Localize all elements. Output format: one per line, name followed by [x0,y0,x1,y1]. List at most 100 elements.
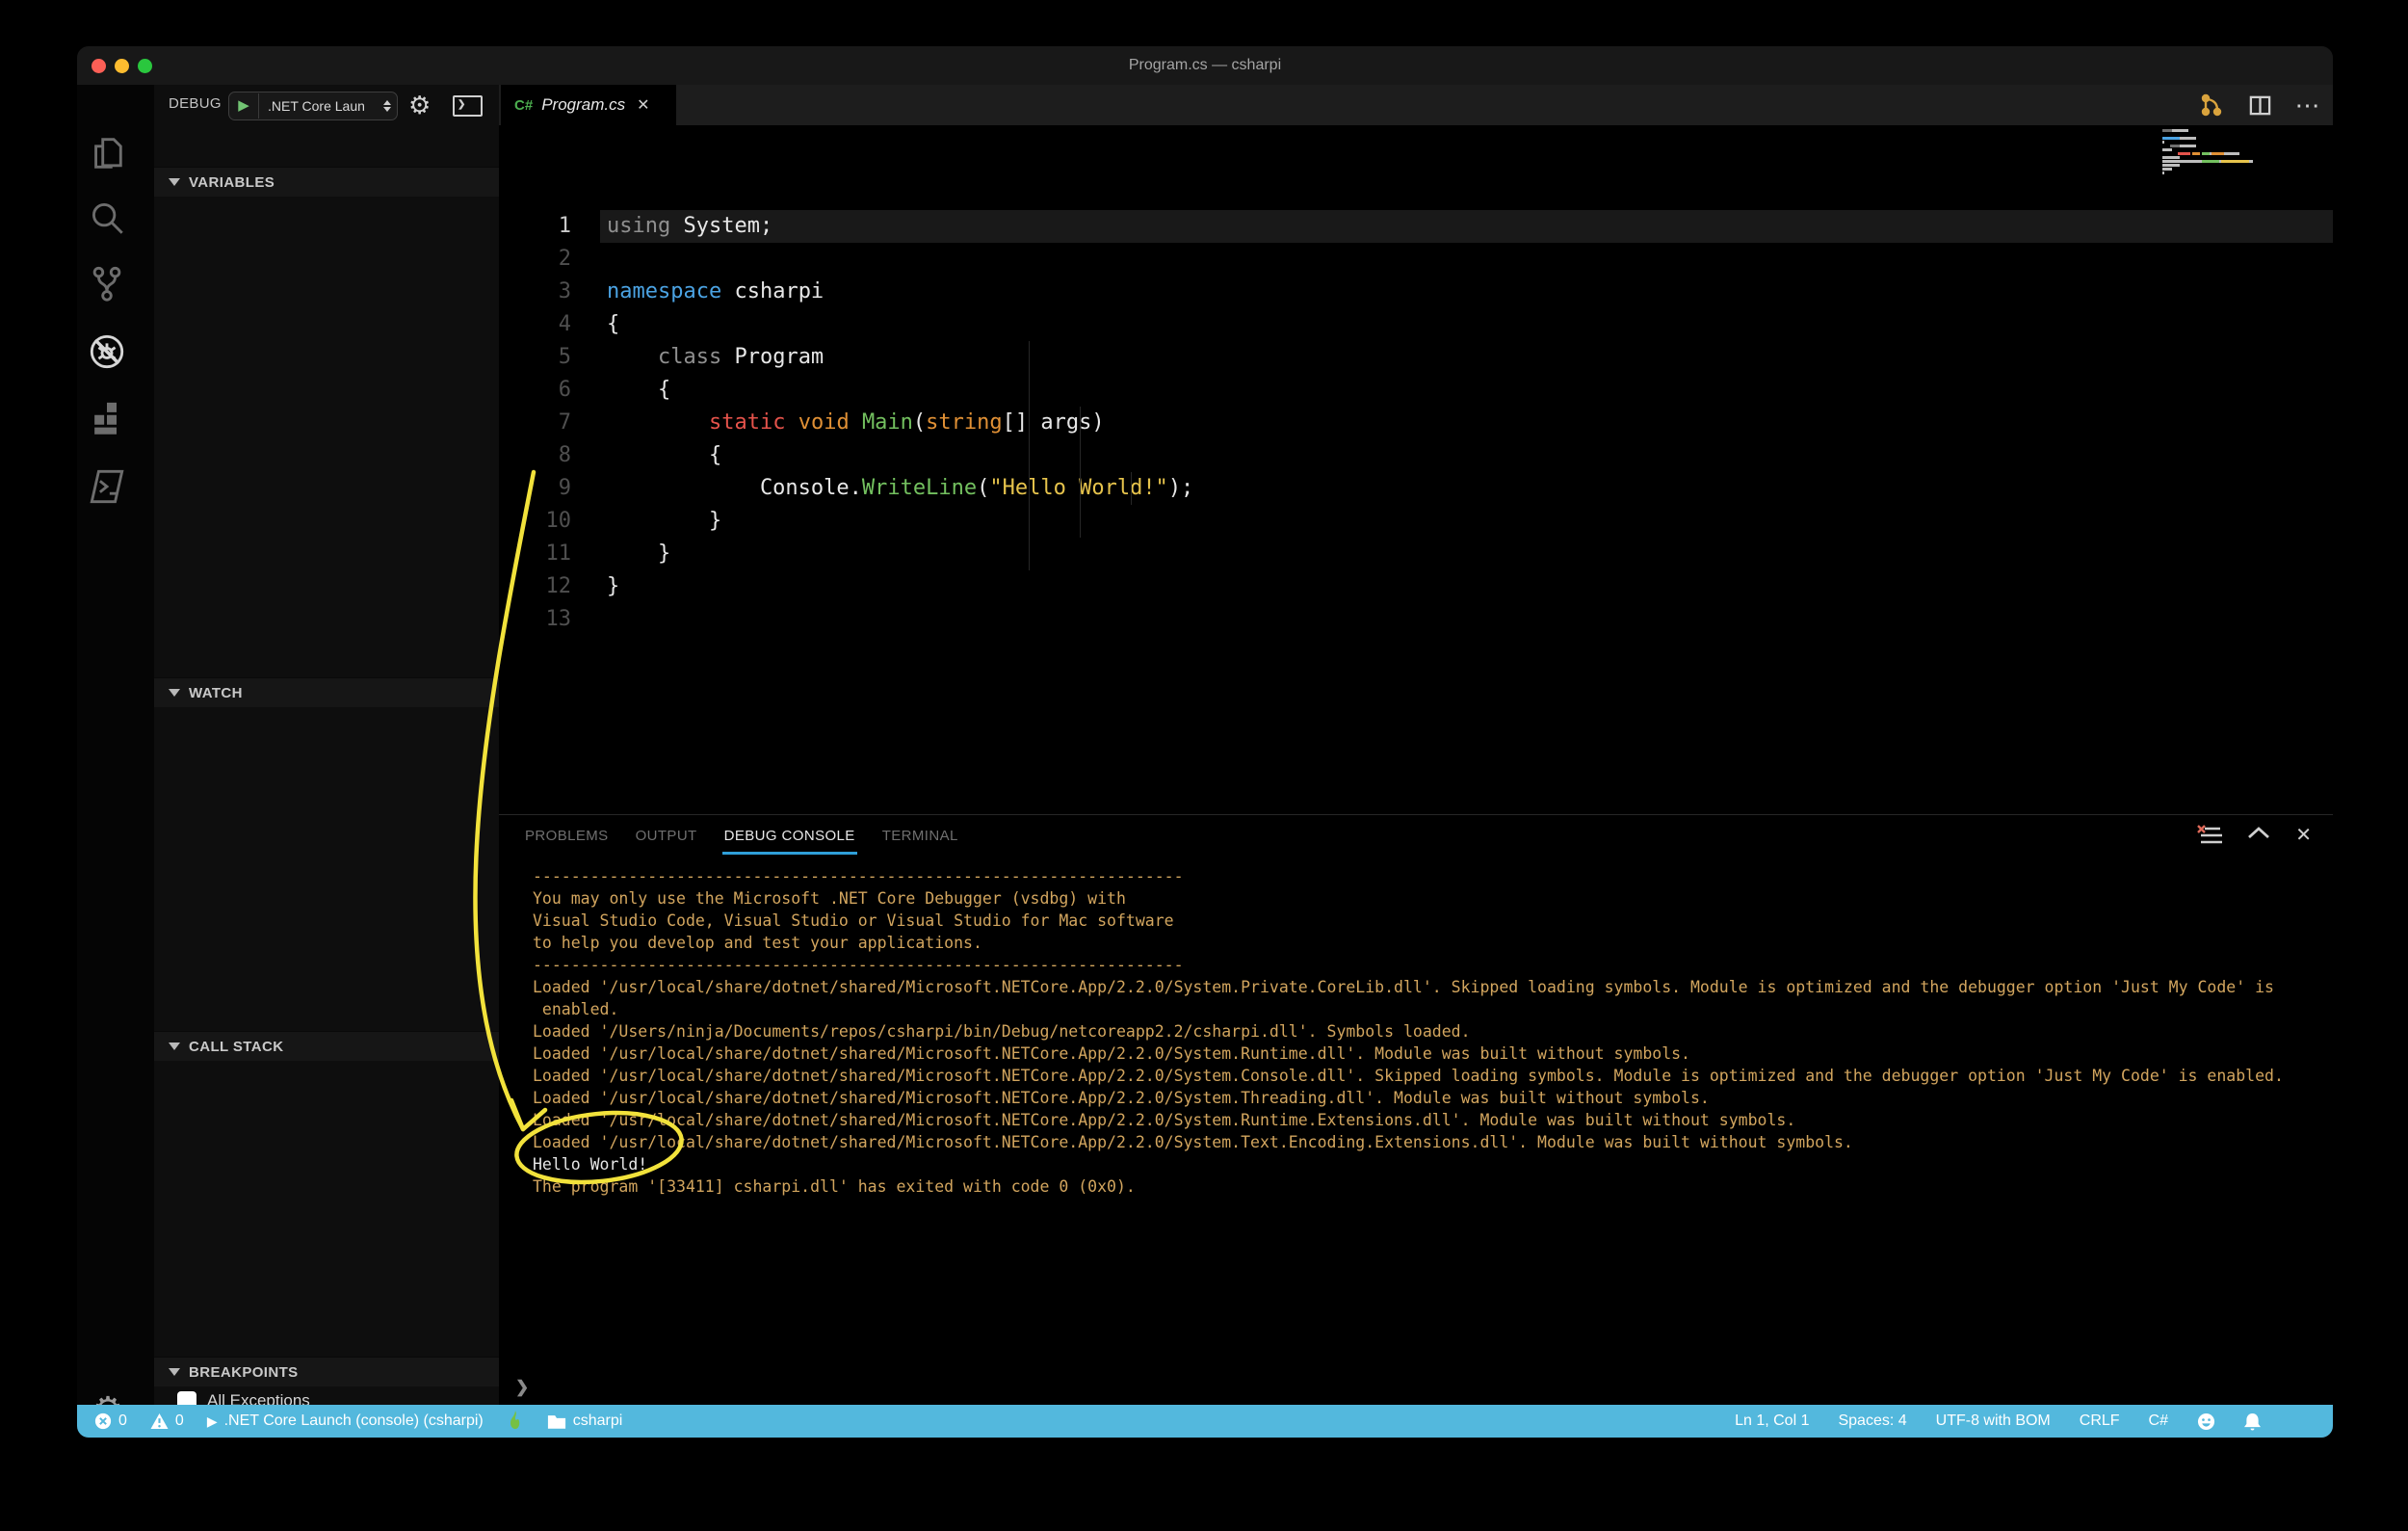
indent-guide [1029,341,1030,570]
close-panel-icon[interactable]: ✕ [2295,823,2312,847]
bell-icon [2244,1412,2261,1431]
status-bar-left: 0 0 ▶ .NET Core Launch (console) (csharpi) c… [77,1410,622,1433]
line-number: 10 [499,505,571,538]
line-number: 3 [499,276,571,308]
minimap[interactable] [2162,129,2268,179]
panel-tab-debug-console[interactable]: DEBUG CONSOLE [722,818,857,855]
section-collapse-icon [169,1043,180,1050]
activity-bar-debug-icon[interactable] [86,330,128,373]
indent-guide [1080,407,1081,538]
status-item-error[interactable]: 0 [94,1412,127,1430]
status-item[interactable]: Ln 1, Col 1 [1735,1412,1809,1430]
code-text: namespace csharpi [607,276,824,308]
status-item-flame[interactable] [507,1410,524,1433]
code-line[interactable]: 7 static void Main(string[] args) [499,407,2333,439]
configure-gear-icon[interactable]: ⚙ [408,91,431,120]
console-line: Loaded '/usr/local/share/dotnet/shared/M… [533,1109,2323,1131]
debug-console-output[interactable]: ----------------------------------------… [533,865,2323,1366]
folder-icon [547,1413,566,1430]
console-line: Loaded '/usr/local/share/dotnet/shared/M… [533,1131,2323,1153]
section-header-watch[interactable]: WATCH [154,677,499,707]
line-number: 5 [499,341,571,374]
code-line[interactable]: 2 [499,243,2333,276]
console-line: ----------------------------------------… [533,954,2323,976]
console-line: Loaded '/usr/local/share/dotnet/shared/M… [533,1043,2323,1065]
code-line[interactable]: 6 { [499,374,2333,407]
status-item-bell[interactable] [2244,1412,2261,1431]
status-label: .NET Core Launch (console) (csharpi) [224,1412,484,1430]
play-icon: ▶ [207,1413,218,1430]
status-item[interactable]: Spaces: 4 [1838,1412,1906,1430]
code-line[interactable]: 9 Console.WriteLine("Hello World!"); [499,472,2333,505]
title-bar[interactable]: Program.cs — csharpi [77,46,2333,86]
status-label: UTF-8 with BOM [1936,1412,2051,1430]
status-item[interactable]: C# [2149,1412,2168,1430]
section-collapse-icon [169,178,180,186]
console-line: Loaded '/usr/local/share/dotnet/shared/M… [533,1087,2323,1109]
close-tab-icon[interactable]: ✕ [637,95,649,115]
debug-console-toggle-icon[interactable]: ❯ [453,95,483,117]
activity-bar-terminal-icon[interactable] [86,465,128,508]
section-header-breakpoints[interactable]: BREAKPOINTS [154,1357,499,1386]
code-line[interactable]: 13 [499,603,2333,636]
status-bar-right: Ln 1, Col 1 Spaces: 4 UTF-8 with BOM CRLF C# [1735,1412,2333,1431]
section-collapse-icon [169,689,180,697]
console-line: Visual Studio Code, Visual Studio or Vis… [533,910,2323,932]
line-number: 9 [499,472,571,505]
activity-bar: ⚙ [77,85,154,1405]
status-item[interactable]: UTF-8 with BOM [1936,1412,2051,1430]
status-item-folder[interactable]: csharpi [547,1412,623,1430]
panel-actions: ✕ [2197,823,2312,847]
activity-bar-extensions-icon[interactable] [86,398,128,440]
activity-bar-explorer-icon[interactable] [86,132,128,174]
console-line: The program '[33411] csharpi.dll' has ex… [533,1175,2323,1198]
section-header-variables[interactable]: VARIABLES [154,167,499,197]
panel-tab-terminal[interactable]: TERMINAL [880,818,960,855]
code-line[interactable]: 4{ [499,308,2333,341]
code-line[interactable]: 12} [499,570,2333,603]
status-label: CRLF [2080,1412,2120,1430]
status-item-warning[interactable]: 0 [150,1412,184,1430]
open-changes-icon[interactable] [2198,92,2225,119]
console-line: enabled. [533,998,2323,1020]
code-text: } [607,570,619,603]
code-line[interactable]: 11 } [499,538,2333,570]
split-editor-icon[interactable] [2246,92,2273,119]
console-input-prompt[interactable]: ❯ [515,1378,529,1397]
code-line[interactable]: 8 { [499,439,2333,472]
code-line[interactable]: 5 class Program [499,341,2333,374]
panel-tab-problems[interactable]: PROBLEMS [523,818,611,855]
section-header-call-stack[interactable]: CALL STACK [154,1031,499,1061]
code-line[interactable]: 10 } [499,505,2333,538]
code-text: class Program [607,341,824,374]
maximize-panel-icon[interactable] [2247,826,2270,844]
status-item[interactable]: CRLF [2080,1412,2120,1430]
launch-config-dropdown[interactable]: ▶ .NET Core Laun [228,92,398,120]
clear-console-icon[interactable] [2197,825,2222,846]
line-number: 12 [499,570,571,603]
start-debug-button[interactable]: ▶ [229,93,259,119]
code-text: using System; [607,210,772,243]
indent-guide [1131,472,1132,505]
launch-config-value[interactable]: .NET Core Laun [259,98,378,114]
status-item-smiley[interactable] [2197,1412,2215,1431]
panel-tab-output[interactable]: OUTPUT [634,818,699,855]
code-text: { [607,308,619,341]
more-actions-icon[interactable]: ⋯ [2294,92,2321,119]
activity-bar-search-icon[interactable] [86,197,128,239]
code-text: Console.WriteLine("Hello World!"); [607,472,1193,505]
activity-bar-source-control-icon[interactable] [86,262,128,304]
bottom-panel: PROBLEMS OUTPUT DEBUG CONSOLE TERMINAL ✕ --… [499,814,2333,1405]
code-line[interactable]: 3 namespace csharpi [499,276,2333,308]
line-number: 6 [499,374,571,407]
tab-program-cs[interactable]: C# Program.cs ✕ [501,85,676,125]
smiley-icon [2197,1412,2215,1431]
status-bar: 0 0 ▶ .NET Core Launch (console) (csharpi) c… [77,1405,2333,1438]
vscode-window: Program.cs — csharpi ⚙ DEBUG ▶ .NET Core… [77,46,2333,1438]
debug-view-title: DEBUG [169,95,222,112]
code-line[interactable]: 1 using System; [499,210,2333,243]
error-icon [94,1412,112,1430]
code-editor[interactable]: 1 using System;23 namespace csharpi4{5 cla… [499,125,2333,814]
line-number: 1 [499,210,571,243]
status-item-play[interactable]: ▶ .NET Core Launch (console) (csharpi) [207,1412,484,1430]
